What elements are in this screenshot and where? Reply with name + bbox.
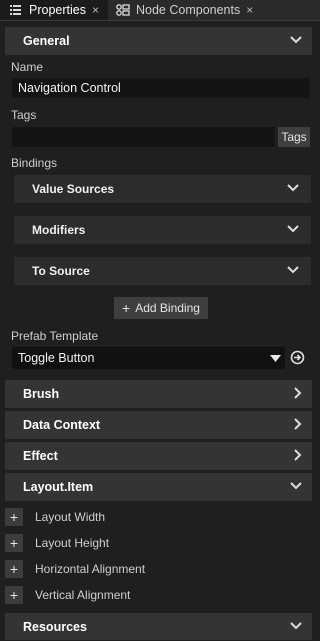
section-data-context-title: Data Context — [23, 418, 101, 432]
section-resources[interactable]: Resources — [5, 613, 312, 640]
chevron-right-icon — [294, 448, 302, 464]
binding-group-title: Modifiers — [32, 223, 86, 237]
plus-icon: + — [122, 300, 131, 316]
property-vertical-alignment: + Vertical Alignment — [5, 583, 130, 607]
tags-button[interactable]: Tags — [278, 127, 310, 147]
property-label: Layout Height — [35, 536, 110, 550]
chevron-down-icon — [290, 35, 302, 47]
add-property-button[interactable]: + — [5, 534, 23, 552]
section-resources-title: Resources — [23, 619, 87, 634]
list-icon — [10, 5, 21, 15]
add-binding-label: Add Binding — [135, 301, 200, 315]
chevron-down-icon — [287, 265, 299, 277]
add-property-button[interactable]: + — [5, 508, 23, 526]
binding-group-modifiers[interactable]: Modifiers — [14, 216, 311, 244]
section-effect[interactable]: Effect — [5, 442, 312, 470]
tags-label: Tags — [11, 108, 37, 122]
property-layout-height: + Layout Height — [5, 531, 109, 555]
name-field[interactable]: Navigation Control — [12, 78, 310, 98]
section-general-title: General — [23, 34, 70, 48]
property-label: Vertical Alignment — [35, 588, 131, 602]
chevron-right-icon — [294, 417, 302, 433]
prefab-template-select[interactable]: Toggle Button — [12, 347, 285, 369]
property-horizontal-alignment: + Horizontal Alignment — [5, 557, 145, 581]
section-layout-item-title: Layout.Item — [23, 480, 94, 494]
name-label: Name — [11, 60, 44, 74]
binding-group-value-sources[interactable]: Value Sources — [14, 175, 311, 203]
section-effect-title: Effect — [23, 449, 58, 463]
close-icon[interactable]: × — [246, 3, 253, 17]
name-value: Navigation Control — [18, 81, 121, 95]
binding-group-title: To Source — [32, 264, 90, 278]
prefab-template-value: Toggle Button — [18, 351, 95, 365]
chevron-right-icon — [294, 386, 302, 402]
bindings-label: Bindings — [11, 156, 58, 170]
tab-node-components[interactable]: Node Components × — [114, 0, 264, 20]
close-icon[interactable]: × — [92, 3, 99, 17]
add-property-button[interactable]: + — [5, 560, 23, 578]
property-layout-width: + Layout Width — [5, 505, 105, 529]
tab-properties[interactable]: Properties × — [0, 0, 108, 20]
add-property-button[interactable]: + — [5, 586, 23, 604]
property-label: Layout Width — [35, 510, 106, 524]
chevron-down-icon — [287, 183, 299, 195]
chevron-down-icon — [287, 224, 299, 236]
tab-properties-label: Properties — [29, 3, 86, 17]
section-brush[interactable]: Brush — [5, 380, 312, 408]
component-icon — [116, 4, 130, 16]
section-data-context[interactable]: Data Context — [5, 411, 312, 439]
binding-group-to-source[interactable]: To Source — [14, 257, 311, 285]
dropdown-arrow-icon — [270, 351, 281, 365]
chevron-down-icon — [290, 621, 302, 633]
chevron-down-icon — [290, 481, 302, 493]
tags-field[interactable] — [12, 127, 275, 147]
section-brush-title: Brush — [23, 387, 60, 401]
add-binding-button[interactable]: + Add Binding — [114, 297, 208, 319]
section-layout-item[interactable]: Layout.Item — [5, 473, 312, 501]
tab-node-components-label: Node Components — [136, 3, 241, 17]
prefab-template-label: Prefab Template — [11, 329, 99, 343]
section-general[interactable]: General — [5, 27, 312, 55]
property-label: Horizontal Alignment — [35, 562, 146, 576]
goto-prefab-icon[interactable] — [290, 350, 305, 368]
binding-group-title: Value Sources — [32, 182, 115, 196]
tab-bar: Properties × Node Components × — [0, 0, 320, 21]
